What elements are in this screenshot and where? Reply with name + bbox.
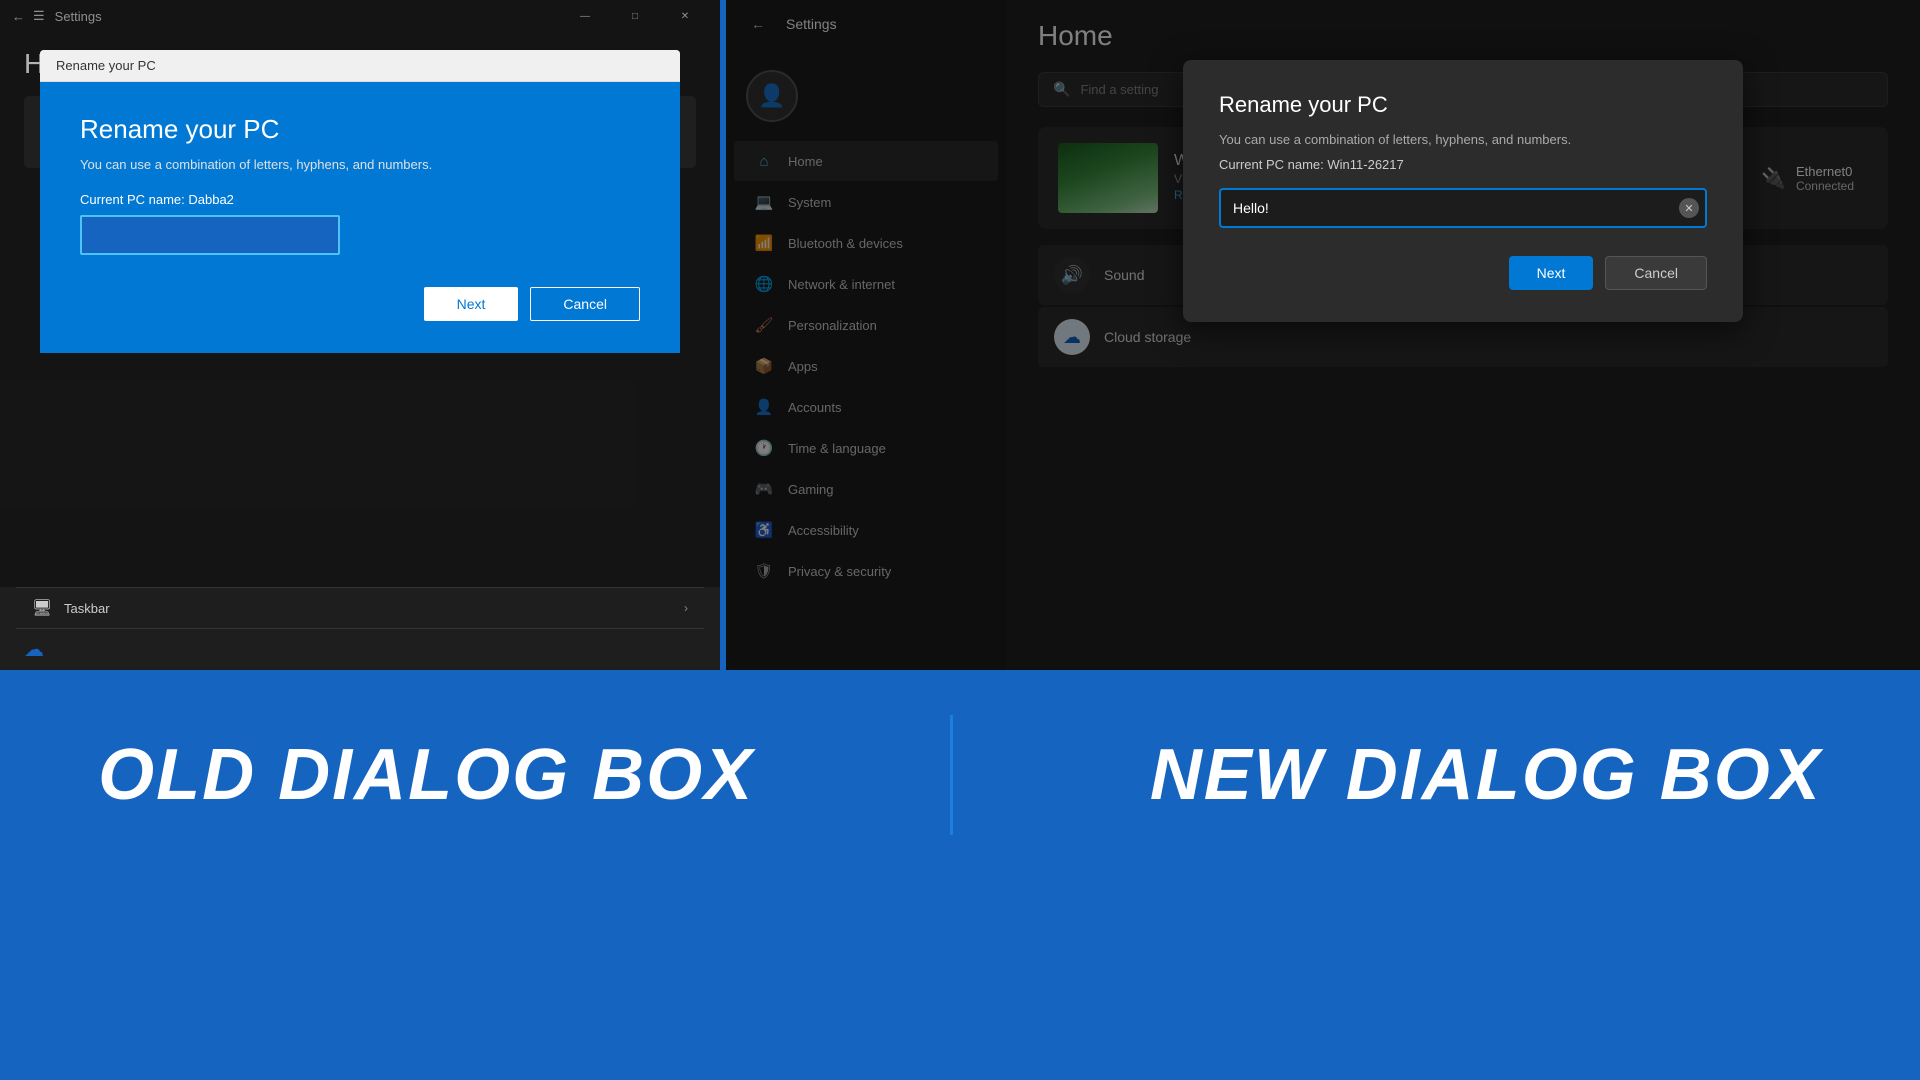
old-dialog-buttons: Next Cancel [80,287,640,329]
old-dialog: Rename your PC Rename your PC You can us… [40,50,680,353]
new-dialog-clear-button[interactable]: ✕ [1679,198,1699,218]
old-dialog-overlay: Rename your PC Rename your PC You can us… [0,0,720,670]
old-next-button[interactable]: Next [424,287,519,321]
left-panel: ← ☰ Settings — □ ✕ Home 👤 Dabba2 📶 Tenda… [0,0,720,670]
onedrive-item[interactable]: ☁ [0,629,720,670]
taskbar-label: Taskbar [64,601,110,616]
right-panel: ← Settings 👤 ⌂ Home 💻 System 📶 [726,0,1920,670]
right-bottom-label: NEW DIALOG BOX [1150,734,1822,816]
new-dialog-input-wrap: ✕ [1219,188,1707,228]
new-dialog-buttons: Next Cancel [1219,256,1707,290]
new-dialog-title: Rename your PC [1219,92,1707,118]
old-dialog-titlebar: Rename your PC [40,50,680,82]
left-bottom-items: 🖥 Taskbar › ☁ [0,587,720,670]
new-cancel-button[interactable]: Cancel [1605,256,1707,290]
new-next-button[interactable]: Next [1509,256,1594,290]
left-bottom-label: OLD DIALOG BOX [98,734,754,816]
new-dialog-subtitle: You can use a combination of letters, hy… [1219,132,1707,147]
taskbar-item[interactable]: 🖥 Taskbar › [8,588,712,628]
taskbar-icon: 🖥 [32,598,52,618]
taskbar-chevron: › [684,601,688,615]
bottom-divider [950,715,953,835]
new-dialog-input[interactable] [1219,188,1707,228]
old-dialog-title-text: Rename your PC [56,58,156,73]
old-dialog-subtitle: You can use a combination of letters, hy… [80,157,640,172]
old-cancel-button[interactable]: Cancel [530,287,640,321]
new-dialog-pcname: Current PC name: Win11-26217 [1219,157,1707,172]
old-dialog-input[interactable] [80,215,340,255]
bottom-section: OLD DIALOG BOX NEW DIALOG BOX [0,670,1920,880]
old-dialog-body: Rename your PC You can use a combination… [40,82,680,353]
new-dialog: Rename your PC You can use a combination… [1183,60,1743,322]
new-dialog-overlay: Rename your PC You can use a combination… [726,0,1920,670]
old-dialog-heading: Rename your PC [80,114,640,145]
old-dialog-pcname: Current PC name: Dabba2 [80,192,640,207]
onedrive-icon: ☁ [24,637,44,662]
